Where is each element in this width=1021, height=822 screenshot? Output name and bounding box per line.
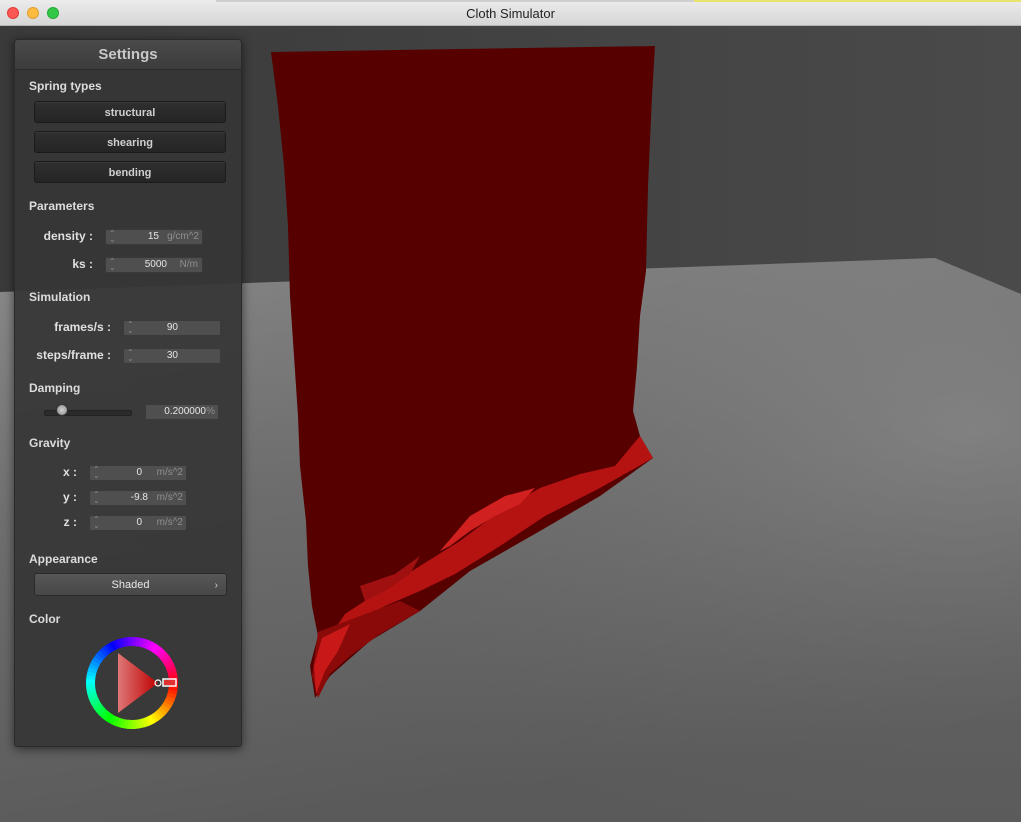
hue-selector-inner (164, 680, 175, 685)
appearance-dropdown[interactable]: Shaded › (34, 573, 227, 596)
parameters-heading: Parameters (29, 199, 95, 213)
appearance-heading: Appearance (29, 552, 98, 566)
gravity-y-field[interactable]: ⌃ ⌄ -9.8 m/s^2 (89, 490, 187, 506)
damping-heading: Damping (29, 381, 81, 395)
frames-per-second-label: frames/s : (54, 320, 111, 334)
triangle-white-shade (118, 653, 158, 713)
settings-panel: Settings Spring types structural shearin… (14, 39, 242, 747)
shearing-button[interactable]: shearing (34, 131, 226, 153)
gravity-z-label: z : (63, 515, 77, 529)
stepper-icon[interactable]: ⌃ ⌄ (127, 349, 134, 363)
frames-per-second-value: 90 (166, 322, 178, 333)
steps-per-frame-label: steps/frame : (36, 348, 111, 362)
ks-label: ks : (72, 257, 93, 271)
appearance-selected: Shaded (111, 579, 150, 591)
stepper-icon[interactable]: ⌃ ⌄ (93, 466, 100, 480)
gravity-y-label: y : (62, 490, 77, 504)
gravity-z-field[interactable]: ⌃ ⌄ 0 m/s^2 (89, 515, 187, 531)
tab-strip (216, 0, 694, 2)
ks-field[interactable]: ⌃ ⌄ 5000 N/m (105, 257, 203, 273)
ks-value: 5000 (144, 259, 167, 270)
frames-per-second-field[interactable]: ⌃ ⌄ 90 (123, 320, 221, 336)
gravity-x-label: x : (62, 465, 77, 479)
gravity-x-field[interactable]: ⌃ ⌄ 0 m/s^2 (89, 465, 187, 481)
gravity-z-unit: m/s^2 (156, 517, 183, 528)
stepper-icon[interactable]: ⌃ ⌄ (109, 230, 116, 244)
stepper-icon[interactable]: ⌃ ⌄ (109, 258, 116, 272)
settings-panel-title[interactable]: Settings (15, 40, 241, 70)
simulation-heading: Simulation (29, 290, 91, 304)
ks-unit: N/m (179, 259, 198, 270)
color-wheel[interactable] (85, 636, 179, 730)
gravity-z-value: 0 (136, 517, 142, 528)
density-value: 15 (147, 231, 159, 242)
density-label: density : (43, 229, 93, 243)
gravity-x-value: 0 (136, 467, 142, 478)
spring-types-heading: Spring types (29, 79, 102, 93)
chevron-right-icon: › (214, 580, 218, 591)
tab-strip-active (694, 0, 1021, 2)
stepper-icon[interactable]: ⌃ ⌄ (93, 491, 100, 505)
gravity-x-unit: m/s^2 (156, 467, 183, 478)
damping-value: 0.200000 (164, 406, 206, 417)
color-heading: Color (29, 612, 61, 626)
steps-per-frame-field[interactable]: ⌃ ⌄ 30 (123, 348, 221, 364)
gravity-heading: Gravity (29, 436, 71, 450)
stepper-icon[interactable]: ⌃ ⌄ (127, 321, 134, 335)
density-unit: g/cm^2 (167, 231, 199, 242)
title-bar: Cloth Simulator (0, 0, 1021, 26)
gravity-y-value: -9.8 (130, 492, 148, 503)
damping-unit: % (206, 406, 215, 417)
stepper-icon[interactable]: ⌃ ⌄ (93, 516, 100, 530)
structural-button[interactable]: structural (34, 101, 226, 123)
gravity-y-unit: m/s^2 (156, 492, 183, 503)
density-field[interactable]: ⌃ ⌄ 15 g/cm^2 (105, 229, 203, 245)
damping-field[interactable]: 0.200000 % (145, 404, 219, 420)
window-title: Cloth Simulator (466, 6, 555, 21)
steps-per-frame-value: 30 (166, 350, 178, 361)
bending-button[interactable]: bending (34, 161, 226, 183)
